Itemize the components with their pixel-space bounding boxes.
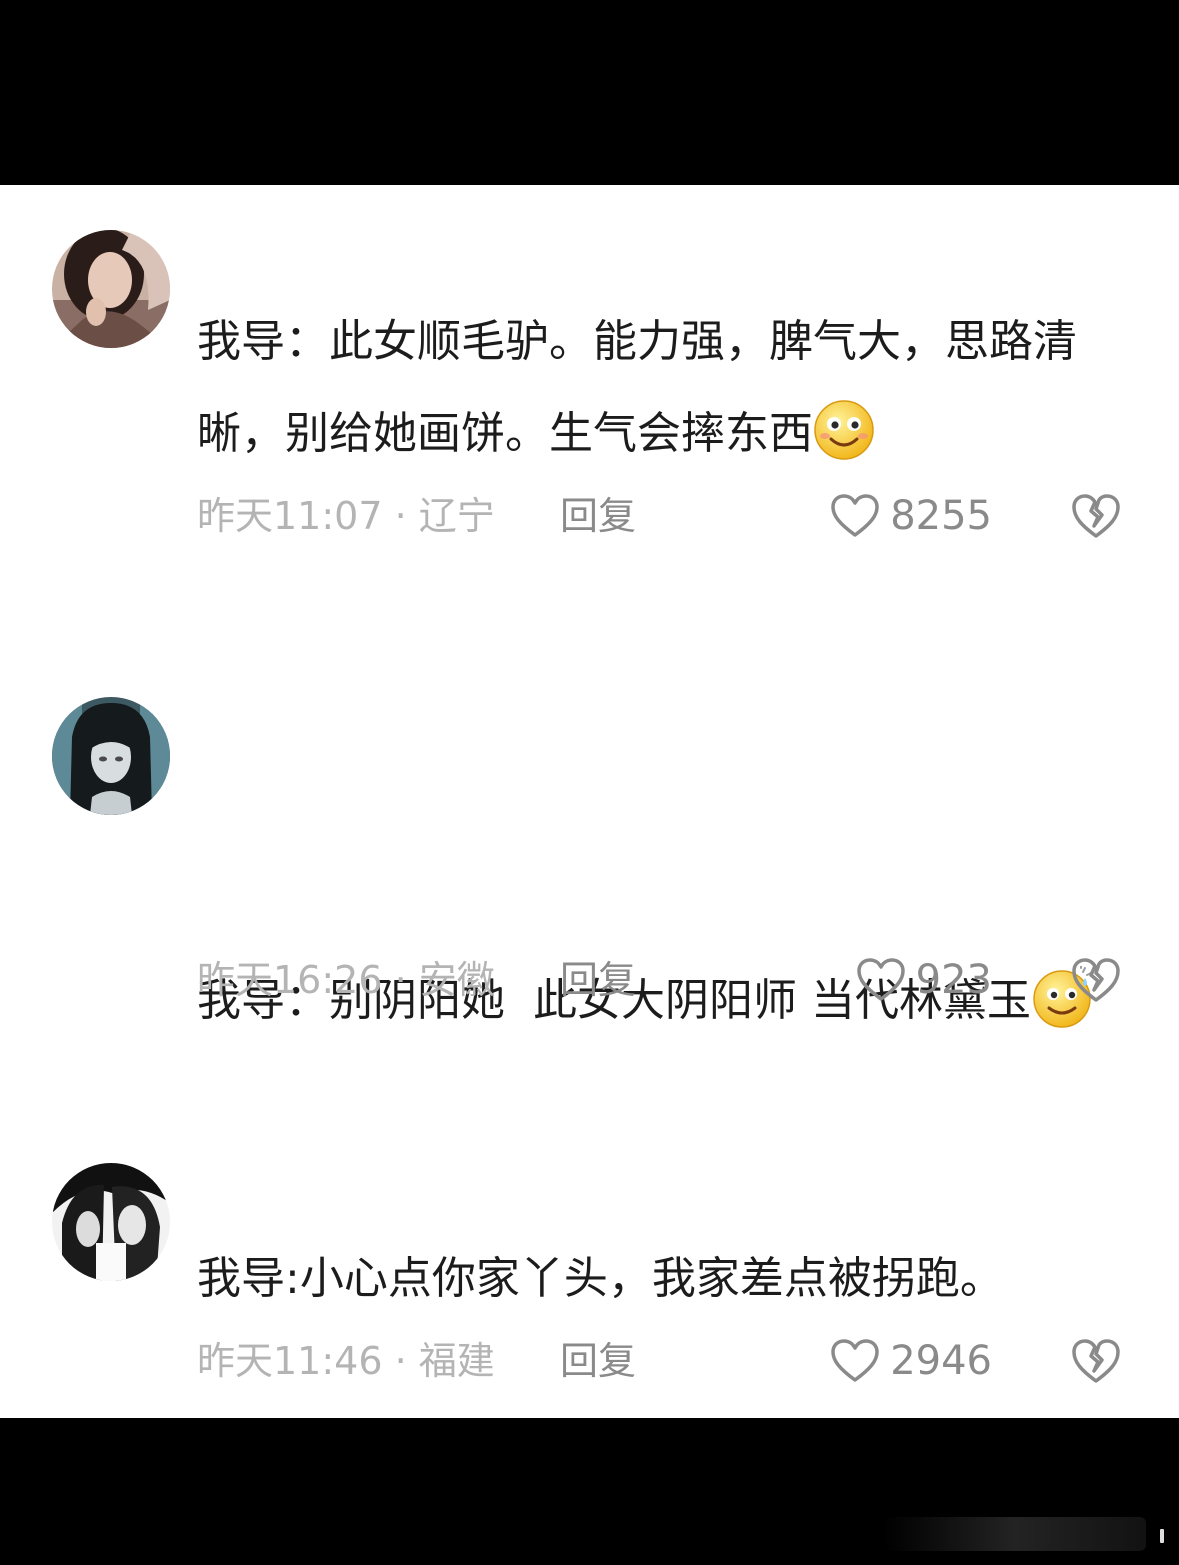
avatar[interactable] xyxy=(52,230,170,348)
smile-emoji-icon xyxy=(813,399,875,461)
reply-button[interactable]: 回复 xyxy=(560,955,636,1005)
comment-meta: 昨天11:07 · 辽宁 回复 8255 xyxy=(197,491,1122,541)
like-button[interactable]: 2946 xyxy=(830,1336,992,1386)
comment-body: 我导:小心点你家丫头，我家差点被拐跑。 xyxy=(197,1253,1004,1304)
time-location: 昨天16:26 · 安徽 xyxy=(197,958,495,1002)
top-black-bar xyxy=(0,0,1179,185)
like-count: 8255 xyxy=(890,493,992,539)
comment-meta: 昨天11:46 · 福建 回复 2946 xyxy=(197,1336,1122,1386)
time-location: 昨天11:46 · 福建 xyxy=(197,1339,495,1383)
comment-body: 我导：此女顺毛驴。能力强，脾气大，思路清晰，别给她画饼。生气会摔东西 xyxy=(197,316,1077,459)
avatar[interactable] xyxy=(52,697,170,815)
time-location: 昨天11:07 · 辽宁 xyxy=(197,494,495,538)
reply-button[interactable]: 回复 xyxy=(560,1336,636,1386)
comment-text: 我导:小心点你家丫头，我家差点被拐跑。 xyxy=(197,1233,1127,1325)
broken-heart-icon[interactable] xyxy=(1070,491,1122,541)
like-count: 923 xyxy=(915,957,992,1003)
heart-outline-icon xyxy=(831,1339,879,1382)
heart-outline-icon xyxy=(856,958,905,1001)
like-count: 2946 xyxy=(890,1338,992,1384)
reply-button[interactable]: 回复 xyxy=(560,491,636,541)
broken-heart-icon[interactable] xyxy=(1070,1336,1122,1386)
watermark xyxy=(884,1517,1146,1551)
comment-list: 我导：此女顺毛驴。能力强，脾气大，思路清晰，别给她画饼。生气会摔东西 昨天11:… xyxy=(0,185,1179,1418)
more-icon xyxy=(1160,1529,1164,1543)
heart-outline-icon xyxy=(831,494,879,537)
comment-meta: 昨天16:26 · 安徽 回复 923 xyxy=(197,955,1122,1005)
like-button[interactable]: 923 xyxy=(856,955,992,1005)
comment-text: 我导：此女顺毛驴。能力强，脾气大，思路清晰，别给她画饼。生气会摔东西 xyxy=(197,296,1127,480)
broken-heart-icon[interactable] xyxy=(1070,955,1122,1005)
avatar[interactable] xyxy=(52,1163,170,1281)
like-button[interactable]: 8255 xyxy=(830,491,992,541)
